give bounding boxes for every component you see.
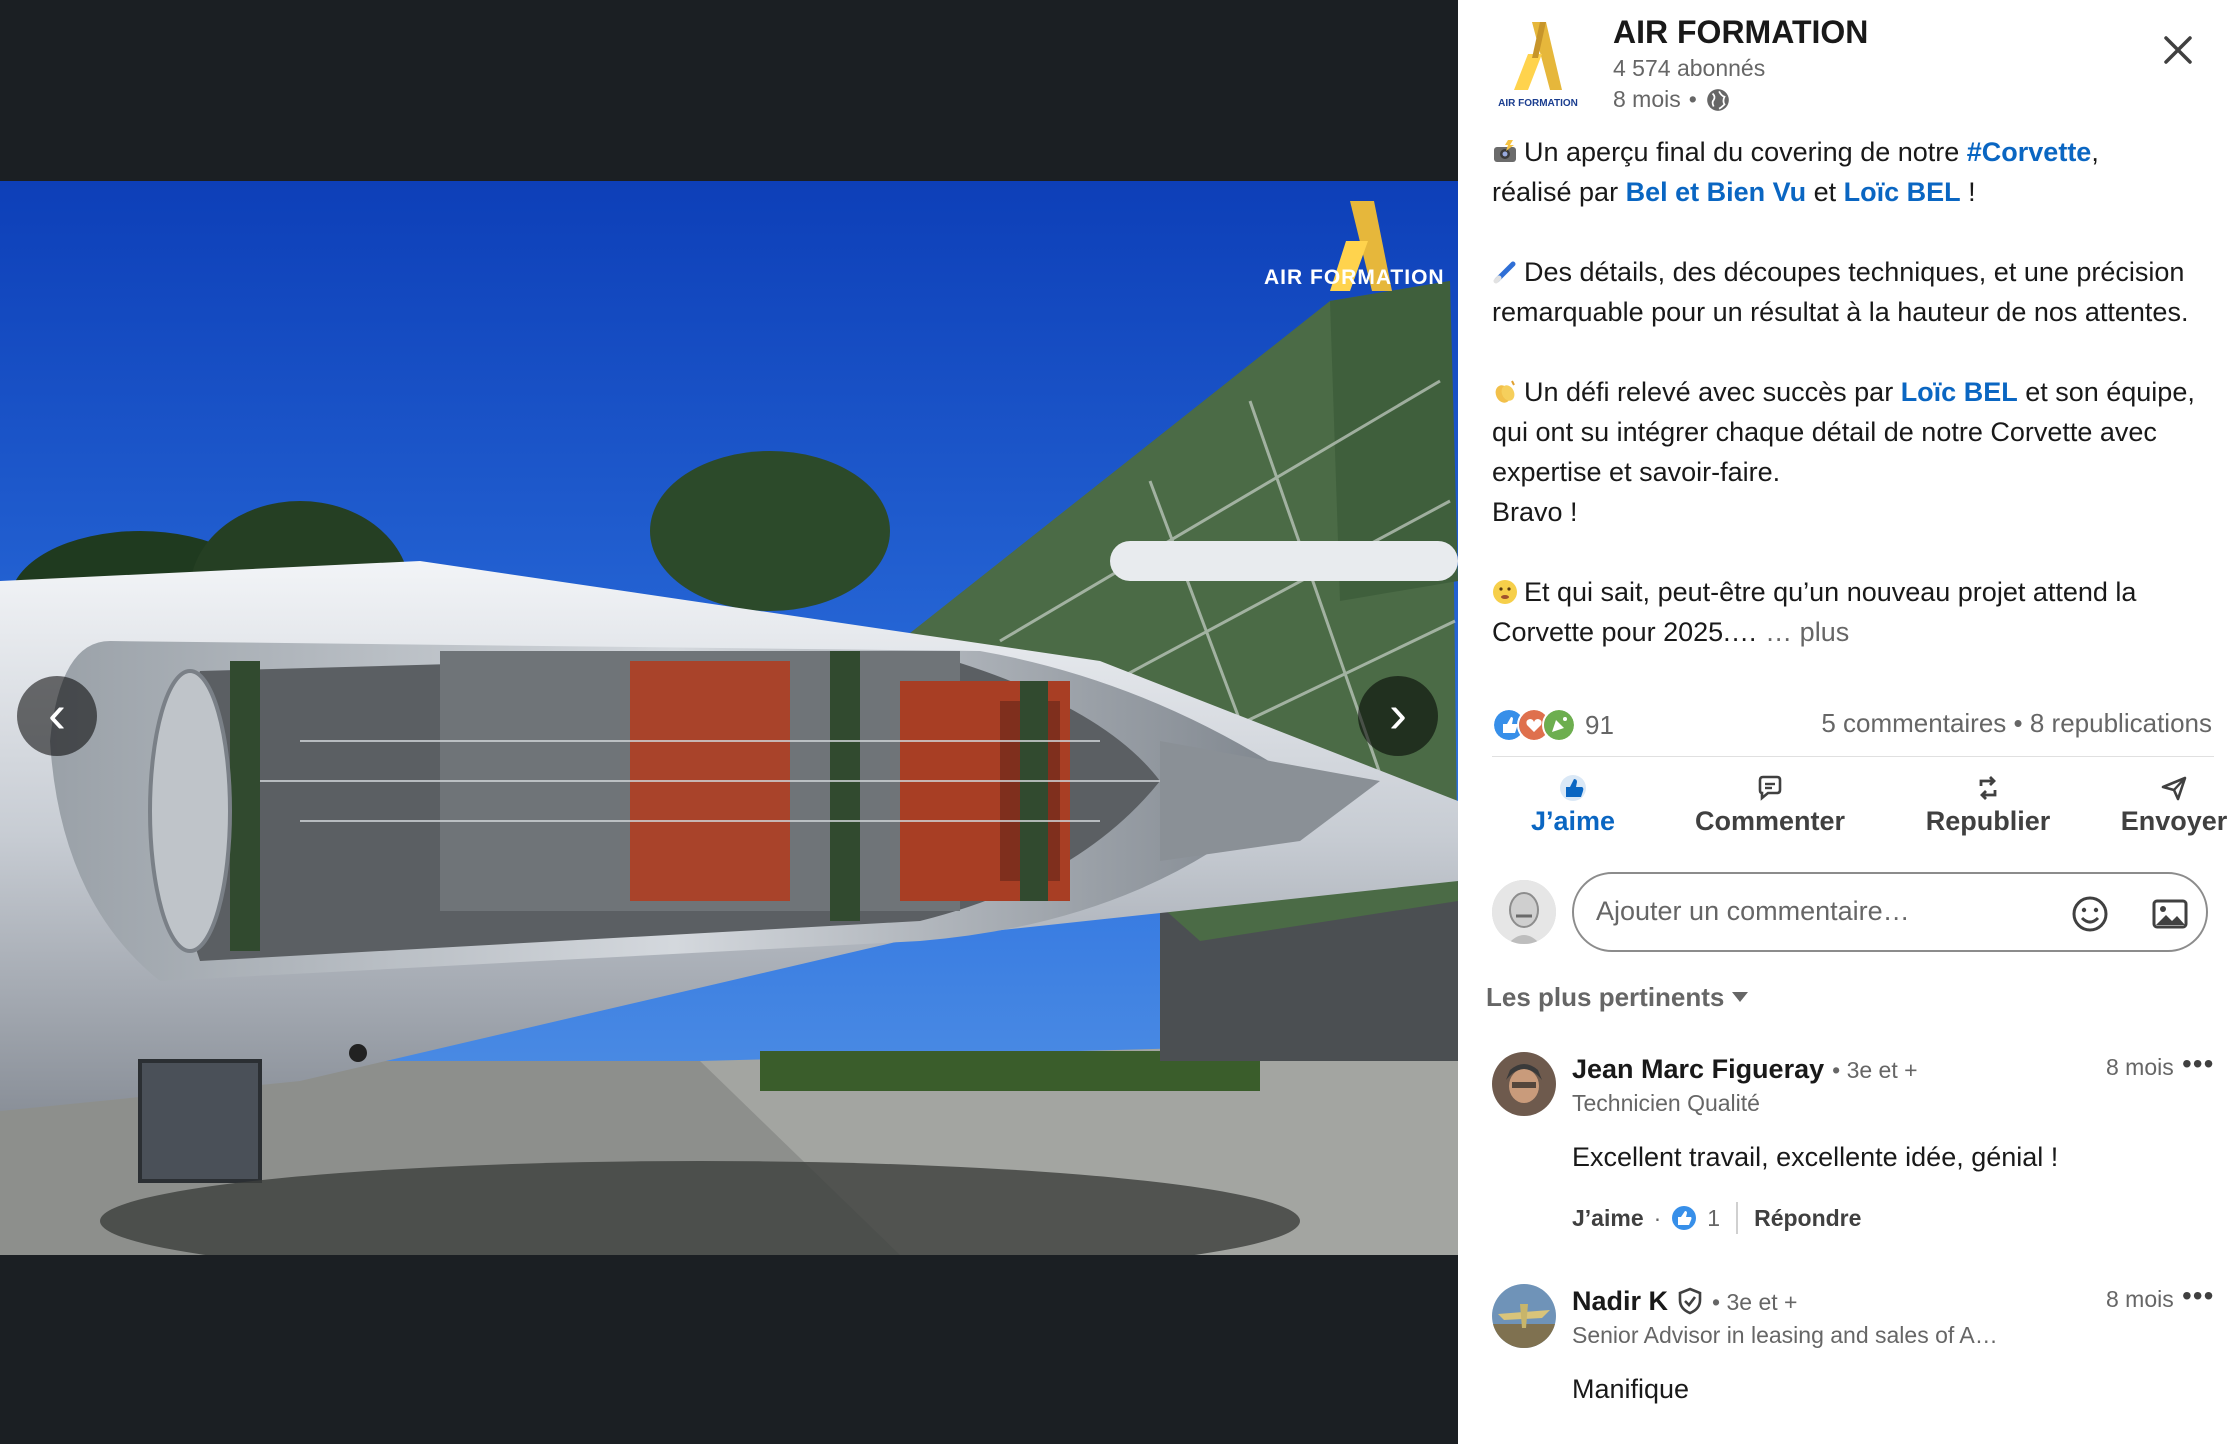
social-right: 5 commentaires • 8 republications: [1821, 708, 2212, 739]
hashtag-corvette-link[interactable]: #Corvette: [1967, 137, 2092, 167]
camera-flash-emoji-icon: [1494, 140, 1516, 162]
comment-reply-button[interactable]: Répondre: [1754, 1205, 1861, 1232]
comment-more-options-button[interactable]: •••: [2182, 1048, 2214, 1080]
meta-separator: •: [1688, 86, 1697, 112]
post-text-span: ,: [2091, 137, 2099, 167]
next-image-button[interactable]: ›: [1358, 676, 1438, 756]
post-text-span: !: [1960, 177, 1976, 207]
comment-text: Manifique: [1572, 1374, 1690, 1404]
shushing-face-emoji-icon: [1493, 580, 1517, 604]
close-icon[interactable]: [2158, 30, 2198, 70]
comment-like-button[interactable]: J’aime: [1572, 1205, 1644, 1232]
commenter-name-link[interactable]: Jean Marc Figueray • 3e et +: [1572, 1054, 1918, 1085]
post-panel: AIR FORMATION AIR FORMATION 4 574 abonné…: [1458, 0, 2238, 1444]
post-paragraph-3: Un défi relevé avec succès par Loïc BEL …: [1492, 372, 2212, 532]
celebrate-reaction-icon: [1542, 708, 1576, 742]
commenter-avatar-image: [1492, 1284, 1556, 1348]
post-text-span: Un aperçu final du covering de notre: [1524, 137, 1967, 167]
comment-like-count[interactable]: 1: [1707, 1205, 1720, 1232]
caret-down-icon: [1732, 992, 1749, 1002]
reactions-summary[interactable]: 91: [1492, 708, 1614, 742]
repost-icon: [1979, 776, 1997, 800]
comment-time: 8 mois: [2106, 1054, 2174, 1080]
post-photo: [0, 181, 1458, 1255]
verified-shield-icon: [1678, 1287, 1702, 1315]
commenter-name: Jean Marc Figueray: [1572, 1054, 1825, 1084]
comment-actions-separator: [1736, 1202, 1739, 1234]
comment-actions-dot: ·: [1653, 1204, 1662, 1231]
commenter-avatar[interactable]: [1492, 1052, 1556, 1116]
commenter-headline: Senior Advisor in leasing and sales of A…: [1572, 1322, 1998, 1348]
post-text-span: Des détails, des découpes techniques, et…: [1492, 257, 2189, 327]
clapping-hands-emoji-icon: [1495, 380, 1515, 403]
media-viewer: AIR FORMATION ‹ ›: [0, 0, 1458, 1444]
comment-item: Jean Marc Figueray • 3e et + Technicien Q…: [1492, 1048, 2213, 1242]
add-image-icon[interactable]: [2150, 894, 2190, 934]
paintbrush-emoji-icon: [1493, 261, 1516, 284]
comment-input-placeholder: Ajouter un commentaire…: [1596, 896, 1910, 926]
org-logo[interactable]: AIR FORMATION: [1488, 18, 1588, 118]
post-paragraph-2: Des détails, des découpes techniques, et…: [1492, 252, 2212, 332]
commenter-avatar[interactable]: [1492, 1284, 1556, 1348]
commenter-name: Nadir K: [1572, 1286, 1669, 1316]
comment-button[interactable]: Commenter: [1680, 768, 1860, 837]
followers-count: 4 574 abonnés: [1613, 55, 1766, 81]
commenter-name-link[interactable]: Nadir K • 3e et +: [1572, 1286, 1797, 1317]
current-user-avatar[interactable]: [1492, 880, 1556, 944]
comment-more-options-button[interactable]: •••: [2182, 1280, 2214, 1312]
globe-icon: [1706, 88, 1729, 111]
photo-watermark: AIR FORMATION: [1264, 266, 1445, 289]
post-paragraph-1: Un aperçu final du covering de notre #Co…: [1492, 132, 2212, 212]
comment-button-label: Commenter: [1694, 806, 1846, 836]
post-time: 8 mois: [1613, 86, 1681, 112]
divider: [1492, 756, 2214, 757]
connection-degree: • 3e et +: [1712, 1289, 1798, 1315]
post-meta: 8 mois •: [1613, 86, 1731, 113]
post-text-span: Bravo !: [1492, 497, 1578, 527]
comment-item: Nadir K • 3e et + Senior Advisor in leasi…: [1492, 1280, 2213, 1444]
org-logo-caption: AIR FORMATION: [1498, 98, 1578, 109]
counts-separator: •: [2006, 708, 2030, 738]
post-actions: J’aime Commenter Republier Envoyer: [1458, 768, 2238, 848]
repost-button-label: Republier: [1925, 806, 2051, 836]
comment-composer: Ajouter un commentaire…: [1492, 872, 2212, 952]
send-icon: [2161, 776, 2187, 801]
org-logo-mark-icon: [1514, 22, 1562, 90]
post-paragraph-4: Et qui sait, peut-être qu’un nouveau pro…: [1492, 572, 2212, 652]
sort-dropdown[interactable]: Les plus pertinents: [1486, 982, 1749, 1013]
post-text-span: Un défi relevé avec succès par: [1524, 377, 1901, 407]
emoji-picker-icon[interactable]: [2070, 894, 2110, 934]
see-more-link[interactable]: … plus: [1765, 617, 1849, 647]
like-reaction-icon: [1672, 1206, 1697, 1230]
commenter-avatar-image: [1492, 1052, 1556, 1116]
comment-actions: J’aime · 1 Répondre: [1572, 1202, 1861, 1234]
mention-loic-bel-link[interactable]: Loïc BEL: [1844, 177, 1961, 207]
comment-text: Excellent travail, excellente idée, géni…: [1572, 1142, 2059, 1172]
comment-time: 8 mois: [2106, 1286, 2174, 1312]
mention-bel-et-bien-vu-link[interactable]: Bel et Bien Vu: [1626, 177, 1807, 207]
send-button[interactable]: Envoyer: [2110, 768, 2238, 837]
commenter-headline: Technicien Qualité: [1572, 1090, 1760, 1116]
like-icon: [1560, 775, 1586, 801]
like-button-label: J’aime: [1530, 806, 1616, 836]
reposts-count-link[interactable]: 8 republications: [2030, 708, 2212, 738]
social-counts: 91 5 commentaires • 8 republications: [1492, 704, 2212, 744]
post-text-span: réalisé par: [1492, 177, 1626, 207]
like-button[interactable]: J’aime: [1508, 768, 1638, 837]
comment-icon: [1758, 775, 1782, 801]
previous-image-button[interactable]: ‹: [17, 676, 97, 756]
send-button-label: Envoyer: [2120, 806, 2228, 836]
post-text: Un aperçu final du covering de notre #Co…: [1492, 132, 2212, 652]
org-name-link[interactable]: AIR FORMATION: [1613, 14, 1868, 51]
comments-count-link[interactable]: 5 commentaires: [1821, 708, 2006, 738]
sort-dropdown-label: Les plus pertinents: [1486, 982, 1725, 1012]
current-user-avatar-image: [1492, 880, 1556, 944]
post-text-span: et: [1806, 177, 1844, 207]
repost-button[interactable]: Republier: [1903, 768, 2073, 837]
reaction-count: 91: [1585, 709, 1614, 740]
connection-degree: • 3e et +: [1832, 1057, 1918, 1083]
mention-loic-bel-link-2[interactable]: Loïc BEL: [1901, 377, 2018, 407]
comment-input[interactable]: Ajouter un commentaire…: [1572, 872, 2208, 952]
